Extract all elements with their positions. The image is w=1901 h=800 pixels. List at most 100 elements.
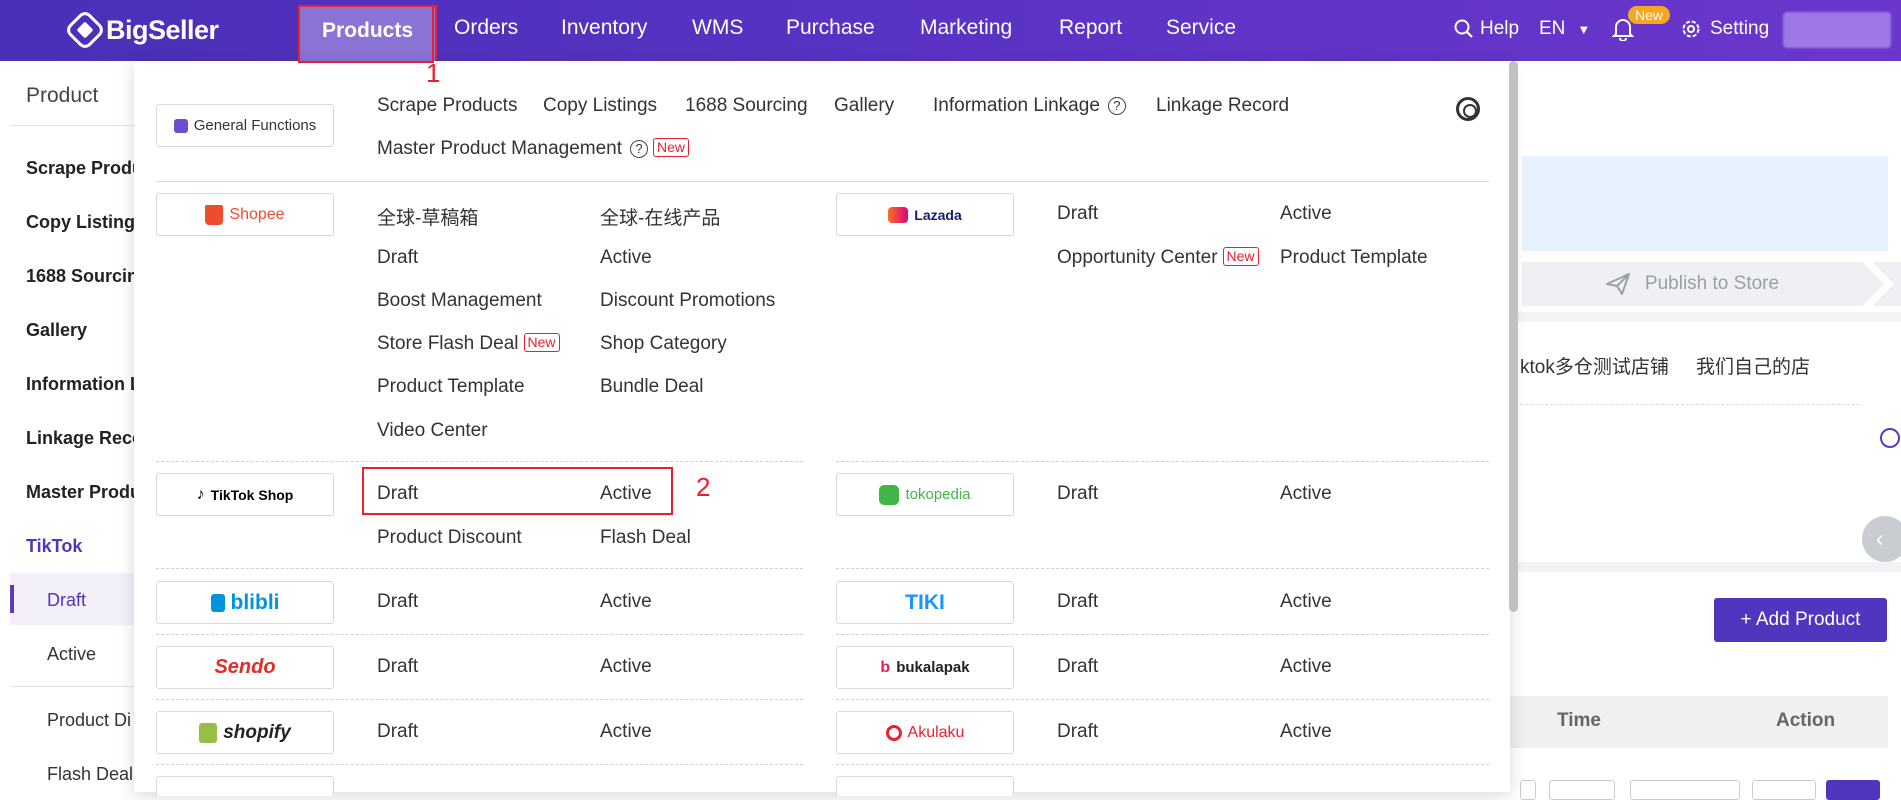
help-circle-icon: ? [1107,97,1126,115]
menu-akulaku-active[interactable]: Active [1280,721,1332,743]
tiktok-shop-logo: ♪ TikTok Shop [156,473,334,516]
menu-lazada-active[interactable]: Active [1280,203,1332,225]
divider [156,764,803,765]
menu-tokopedia-draft[interactable]: Draft [1057,483,1098,505]
menu-tiki-active[interactable]: Active [1280,591,1332,613]
shopify-bag-icon [199,722,218,743]
sidebar-item-flash-deal[interactable]: Flash Deal [47,764,133,785]
sidebar-item-copy-listings[interactable]: Copy Listings [26,212,145,233]
user-account-blurred[interactable] [1783,12,1891,48]
menu-shopee-shop-category[interactable]: Shop Category [600,333,727,355]
nav-inventory[interactable]: Inventory [561,0,647,56]
nav-wms[interactable]: WMS [692,0,743,56]
bukalapak-logo-text: bukalapak [896,659,970,676]
section-gap [1510,562,1901,572]
divider [1510,404,1860,405]
menu-information-linkage[interactable]: Information Linkage? [933,95,1126,117]
nav-report[interactable]: Report [1059,0,1122,56]
menu-1688-sourcing[interactable]: 1688 Sourcing [685,95,808,117]
menu-sendo-draft[interactable]: Draft [377,656,418,678]
menu-lazada-opportunity-center[interactable]: Opportunity Center New [1057,247,1259,269]
menu-shopee-boost-management[interactable]: Boost Management [377,290,542,312]
menu-copy-listings[interactable]: Copy Listings [543,95,657,117]
help-link[interactable]: Help [1453,0,1519,58]
store-tab-tiktok-test[interactable]: ktok多仓测试店铺 [1520,352,1669,379]
menu-shopify-draft[interactable]: Draft [377,721,418,743]
menu-shopee-global-draft[interactable]: 全球-草稿箱 [377,203,478,230]
sidebar-item-active[interactable]: Active [47,644,96,665]
nav-purchase[interactable]: Purchase [786,0,875,56]
menu-lazada-draft[interactable]: Draft [1057,203,1098,225]
menu-shopee-draft[interactable]: Draft [377,247,418,269]
store-flash-deal-label: Store Flash Deal [377,333,519,354]
gear-icon [1682,20,1700,38]
divider [836,634,1489,635]
akulaku-logo-text: Akulaku [907,723,965,741]
menu-shopee-global-active[interactable]: 全球-在线产品 [600,203,720,230]
menu-linkage-record[interactable]: Linkage Record [1156,95,1289,117]
menu-tiktok-flash-deal[interactable]: Flash Deal [600,527,691,549]
new-tag: New [653,138,690,157]
menu-shopee-active[interactable]: Active [600,247,652,269]
menu-shopee-bundle-deal[interactable]: Bundle Deal [600,376,704,398]
menu-lazada-product-template[interactable]: Product Template [1280,247,1428,269]
pagination-item[interactable] [1752,780,1816,800]
menu-gallery[interactable]: Gallery [834,95,894,117]
nav-service[interactable]: Service [1166,0,1236,56]
pagination-item[interactable] [1520,780,1536,800]
menu-shopee-discount-promotions[interactable]: Discount Promotions [600,290,775,312]
pagination-item[interactable] [1549,780,1615,800]
shopee-logo-text: Shopee [229,205,285,223]
sidebar-item-gallery[interactable]: Gallery [26,320,87,341]
menu-bukalapak-active[interactable]: Active [1280,656,1332,678]
bukalapak-b-icon: b [880,658,891,676]
menu-scrape-products[interactable]: Scrape Products [377,95,517,117]
pagination-item[interactable] [1630,780,1740,800]
top-nav-bar: BigSeller Products Orders Inventory WMS … [0,0,1901,63]
sidebar-item-draft[interactable]: Draft [47,590,86,611]
divider [836,461,1489,462]
setting-link[interactable]: Setting [1680,0,1769,58]
sidebar-item-1688-sourcing[interactable]: 1688 Sourcin [26,266,138,287]
menu-sendo-active[interactable]: Active [600,656,652,678]
menu-blibli-draft[interactable]: Draft [377,591,418,613]
menu-blibli-active[interactable]: Active [600,591,652,613]
menu-bukalapak-draft[interactable]: Draft [1057,656,1098,678]
sidebar-item-information-linkage[interactable]: Information L [26,374,141,395]
akulaku-logo: Akulaku [836,711,1014,754]
bigseller-logo[interactable]: BigSeller [63,8,219,52]
menu-master-product-management[interactable]: Master Product Management? New [377,138,690,160]
shopify-logo-text: shopify [223,721,291,743]
sidebar-item-linkage-record[interactable]: Linkage Reco [26,428,143,449]
nav-orders[interactable]: Orders [454,0,518,56]
language-select[interactable]: EN ▼ [1539,0,1590,58]
menu-shopee-video-center[interactable]: Video Center [377,420,488,442]
menu-shopify-active[interactable]: Active [600,721,652,743]
sidebar-group-tiktok[interactable]: TikTok [26,536,82,557]
menu-settings-gear-icon[interactable] [1456,97,1480,121]
sidebar-item-master-product[interactable]: Master Produ [26,482,141,503]
information-linkage-label: Information Linkage [933,95,1100,116]
publish-to-store-step[interactable]: Publish to Store [1522,262,1862,306]
menu-akulaku-draft[interactable]: Draft [1057,721,1098,743]
dropdown-scrollbar[interactable] [1509,61,1518,612]
store-tab-our-store[interactable]: 我们自己的店 [1696,352,1810,379]
brand-name: BigSeller [106,14,219,45]
divider [10,125,134,126]
marketplace-logo-partial [156,776,334,796]
menu-tokopedia-active[interactable]: Active [1280,483,1332,505]
sidebar-item-scrape-products[interactable]: Scrape Produ [26,158,143,179]
column-header-action: Action [1776,710,1836,731]
pagination-current[interactable] [1826,780,1880,800]
add-product-button[interactable]: + Add Product [1714,598,1887,642]
sidebar-item-product-discount[interactable]: Product Di [47,710,131,731]
new-tag: New [1222,247,1259,266]
menu-shopee-store-flash-deal[interactable]: Store Flash Deal New [377,333,560,355]
menu-tiki-draft[interactable]: Draft [1057,591,1098,613]
search-icon[interactable] [1880,428,1900,448]
collapse-panel-button[interactable]: ‹ [1862,516,1901,562]
menu-tiktok-product-discount[interactable]: Product Discount [377,527,522,549]
menu-shopee-product-template[interactable]: Product Template [377,376,525,398]
nav-marketing[interactable]: Marketing [920,0,1012,56]
annotation-number-2: 2 [696,472,711,502]
